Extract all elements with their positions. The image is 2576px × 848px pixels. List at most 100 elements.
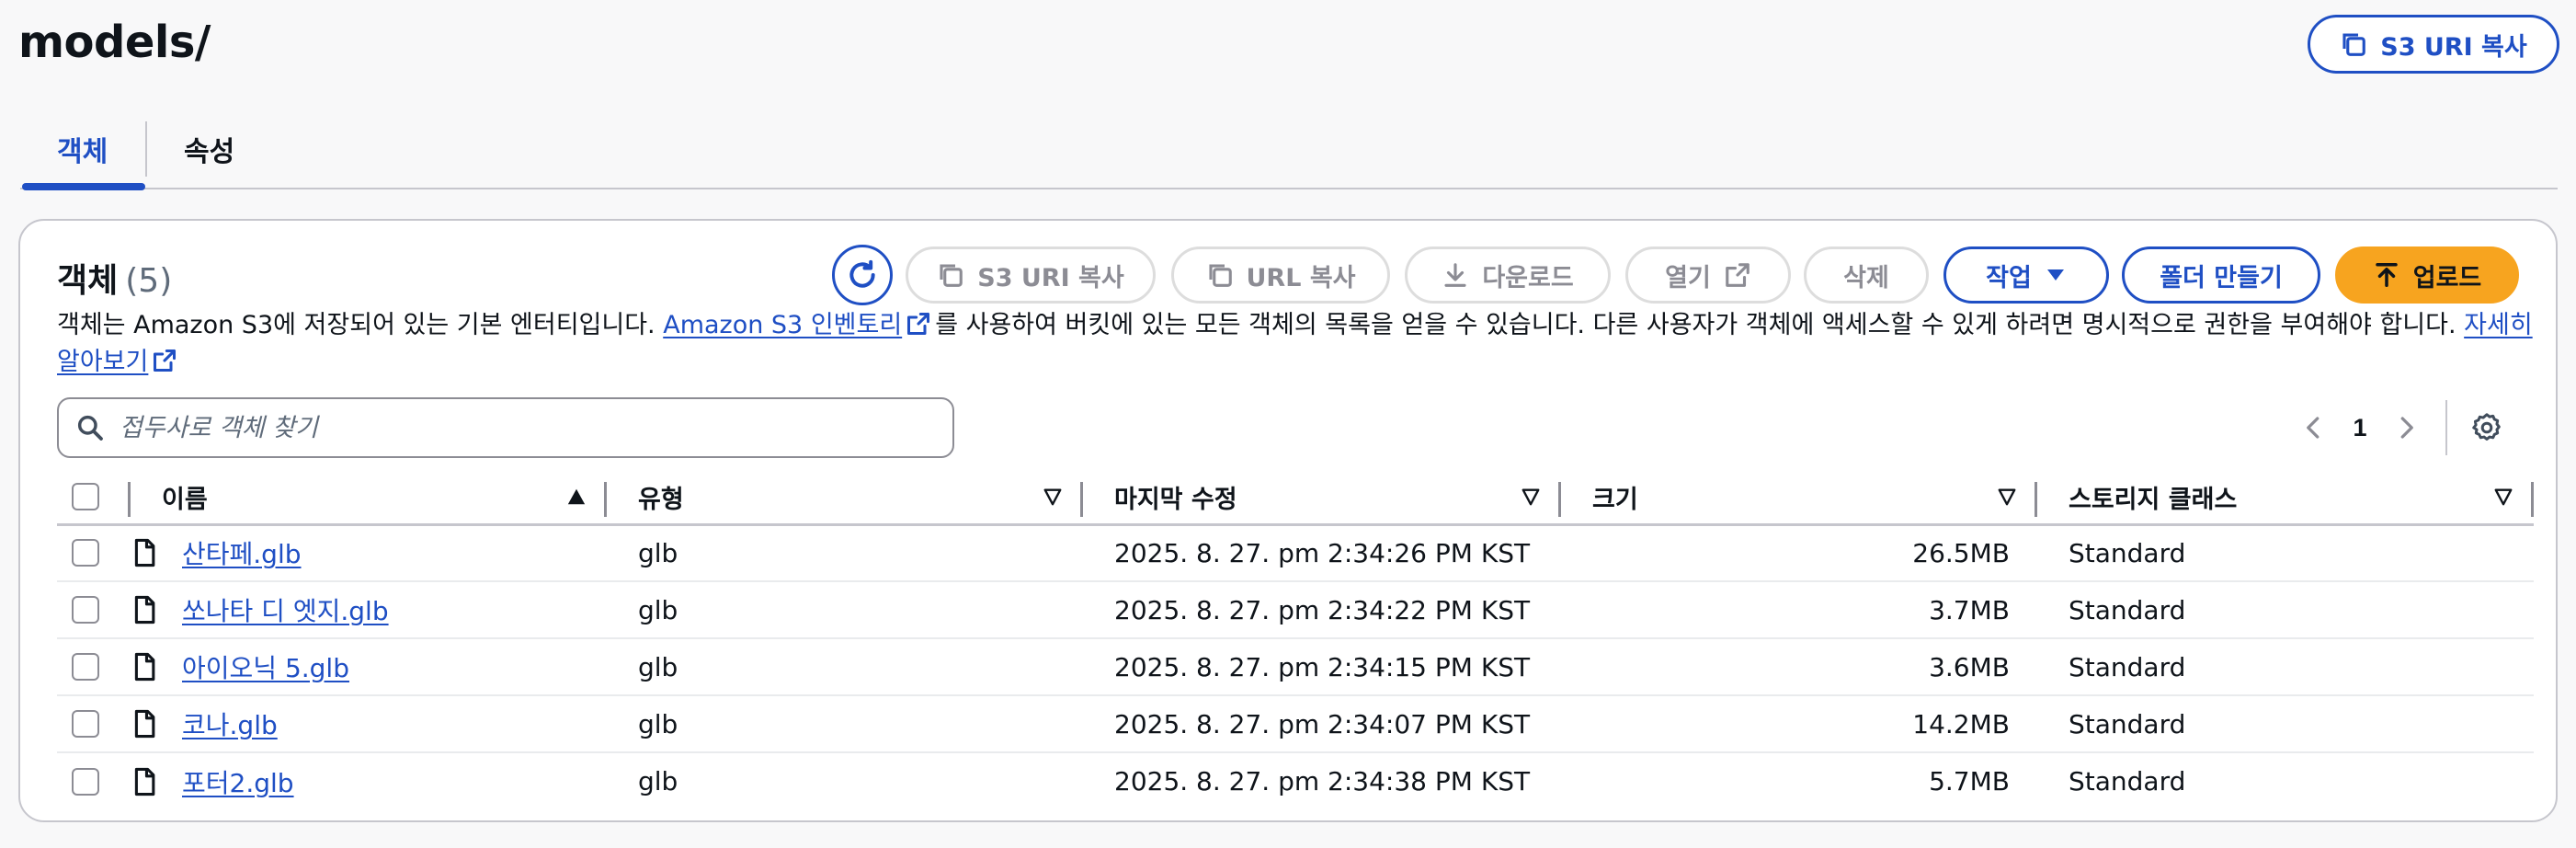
upload-button[interactable]: 업로드 <box>2335 246 2519 304</box>
last-modified-cell: 2025. 8. 27. pm 2:34:07 PM KST <box>1083 695 1561 753</box>
chevron-right-icon <box>2400 417 2413 439</box>
open-label: 열기 <box>1665 263 1711 292</box>
table-row[interactable]: 코나.glb glb 2025. 8. 27. pm 2:34:07 PM KS… <box>57 695 2534 753</box>
name-cell: 쏘나타 디 엣지.glb <box>131 581 607 639</box>
delete-label: 삭제 <box>1843 263 1889 292</box>
copy-icon <box>2342 33 2366 56</box>
sort-descending-icon <box>1522 488 1540 506</box>
select-all-header <box>57 471 131 526</box>
type-cell: glb <box>638 766 678 796</box>
delete-button[interactable]: 삭제 <box>1804 246 1929 304</box>
select-all-checkbox[interactable] <box>72 483 99 511</box>
actions-dropdown-button[interactable]: 작업 <box>1943 246 2109 304</box>
next-page-button[interactable] <box>2383 414 2429 441</box>
search-box <box>57 397 954 458</box>
upload-label: 업로드 <box>2412 263 2482 292</box>
size-cell: 14.2MB <box>1561 695 2037 753</box>
actions-label: 작업 <box>1986 263 2032 292</box>
row-checkbox[interactable] <box>72 653 99 681</box>
row-checkbox[interactable] <box>72 710 99 738</box>
upload-icon <box>2375 263 2398 287</box>
size-cell: 3.6MB <box>1561 638 2037 696</box>
gear-icon <box>2472 413 2501 441</box>
file-icon <box>134 539 155 567</box>
file-icon <box>134 595 155 625</box>
download-button[interactable]: 다운로드 <box>1405 246 1611 304</box>
column-name-label: 이름 <box>162 485 208 514</box>
description-text-2: 를 사용하여 버킷에 있는 모든 객체의 목록을 얻을 수 있습니다. 다른 사… <box>935 311 2465 339</box>
caret-down-icon <box>2046 269 2064 281</box>
objects-count: (5) <box>125 262 173 300</box>
file-icon <box>134 652 155 682</box>
type-cell: glb <box>607 581 1083 639</box>
previous-page-button[interactable] <box>2291 414 2337 441</box>
objects-panel: 객체 (5) S3 URI 복사 URL 복사 다운로드 열기 삭제 작업 폴더 … <box>18 219 2558 822</box>
objects-description: 객체는 Amazon S3에 저장되어 있는 기본 엔터티입니다. Amazon… <box>57 307 2539 381</box>
inventory-link[interactable]: Amazon S3 인벤토리 <box>663 311 902 339</box>
last-modified-cell: 2025. 8. 27. pm 2:34:38 PM KST <box>1114 766 1531 796</box>
sort-ascending-icon <box>567 489 586 505</box>
storage-class-cell: Standard <box>2037 524 2534 582</box>
page-title: models/ <box>18 17 211 68</box>
objects-table: 이름 유형 마지막 수정 크기 스토리지 클래스 산타페.glb glb 202… <box>57 471 2534 809</box>
table-row[interactable]: 쏘나타 디 엣지.glb glb 2025. 8. 27. pm 2:34:22… <box>57 581 2534 639</box>
refresh-icon <box>849 259 875 288</box>
row-checkbox[interactable] <box>72 767 99 796</box>
column-type-label: 유형 <box>638 485 684 514</box>
object-name-link[interactable]: 쏘나타 디 엣지.glb <box>182 591 389 628</box>
file-icon <box>134 767 155 796</box>
copy-s3-uri-header-label: S3 URI 복사 <box>2380 32 2527 62</box>
row-select-cell <box>57 695 131 753</box>
description-text-1: 객체는 Amazon S3에 저장되어 있는 기본 엔터티입니다. <box>57 311 664 339</box>
pagination: 1 <box>2291 400 2510 455</box>
name-cell: 아이오닉 5.glb <box>131 638 607 696</box>
open-button[interactable]: 열기 <box>1625 246 1791 304</box>
current-page-number[interactable]: 1 <box>2337 414 2383 442</box>
type-cell: glb <box>607 638 1083 696</box>
copy-url-button[interactable]: URL 복사 <box>1171 246 1390 304</box>
chevron-left-icon <box>2307 417 2320 439</box>
search-input[interactable] <box>120 413 929 442</box>
download-icon <box>1444 263 1466 287</box>
size-cell: 5.7MB <box>1929 766 2010 796</box>
column-header-name[interactable]: 이름 <box>131 471 607 526</box>
row-checkbox[interactable] <box>72 539 99 567</box>
tab-divider <box>145 121 147 177</box>
storage-class-cell: Standard <box>2037 638 2534 696</box>
table-settings-button[interactable] <box>2464 411 2510 444</box>
tab-objects[interactable]: 객체 <box>57 129 108 169</box>
table-row[interactable]: 산타페.glb glb 2025. 8. 27. pm 2:34:26 PM K… <box>57 524 2534 582</box>
object-name-link[interactable]: 산타페.glb <box>182 534 302 571</box>
row-select-cell <box>57 638 131 696</box>
tab-properties[interactable]: 속성 <box>184 129 234 169</box>
column-storage-class-label: 스토리지 클래스 <box>2069 485 2238 514</box>
sort-descending-icon <box>1043 488 1062 506</box>
size-cell: 26.5MB <box>1561 524 2037 582</box>
row-checkbox[interactable] <box>72 596 99 624</box>
column-header-last-modified[interactable]: 마지막 수정 <box>1083 471 1561 526</box>
row-select-cell <box>57 752 131 809</box>
object-name-link[interactable]: 아이오닉 5.glb <box>182 648 349 685</box>
copy-s3-uri-button[interactable]: S3 URI 복사 <box>906 246 1156 304</box>
external-link-icon <box>1726 263 1750 287</box>
column-divider <box>2531 482 2534 517</box>
create-folder-label: 폴더 만들기 <box>2160 263 2283 292</box>
object-name-link[interactable]: 포터2.glb <box>182 763 294 800</box>
column-header-type[interactable]: 유형 <box>607 471 1083 526</box>
search-icon <box>77 415 103 441</box>
refresh-button[interactable] <box>832 245 893 305</box>
table-row[interactable]: 아이오닉 5.glb glb 2025. 8. 27. pm 2:34:15 P… <box>57 638 2534 696</box>
file-icon <box>134 709 155 739</box>
sort-descending-icon <box>2494 488 2513 506</box>
table-row[interactable]: 포터2.glb glb 2025. 8. 27. pm 2:34:38 PM K… <box>57 752 2534 809</box>
object-name-link[interactable]: 코나.glb <box>182 705 278 742</box>
copy-s3-uri-header-button[interactable]: S3 URI 복사 <box>2308 15 2559 74</box>
create-folder-button[interactable]: 폴더 만들기 <box>2122 246 2320 304</box>
objects-title-text: 객체 <box>57 262 119 300</box>
copy-icon <box>940 264 963 287</box>
active-tab-indicator <box>22 183 145 190</box>
column-header-storage-class[interactable]: 스토리지 클래스 <box>2037 471 2534 526</box>
type-cell: glb <box>607 695 1083 753</box>
column-header-size[interactable]: 크기 <box>1561 471 2037 526</box>
last-modified-cell: 2025. 8. 27. pm 2:34:26 PM KST <box>1083 524 1561 582</box>
